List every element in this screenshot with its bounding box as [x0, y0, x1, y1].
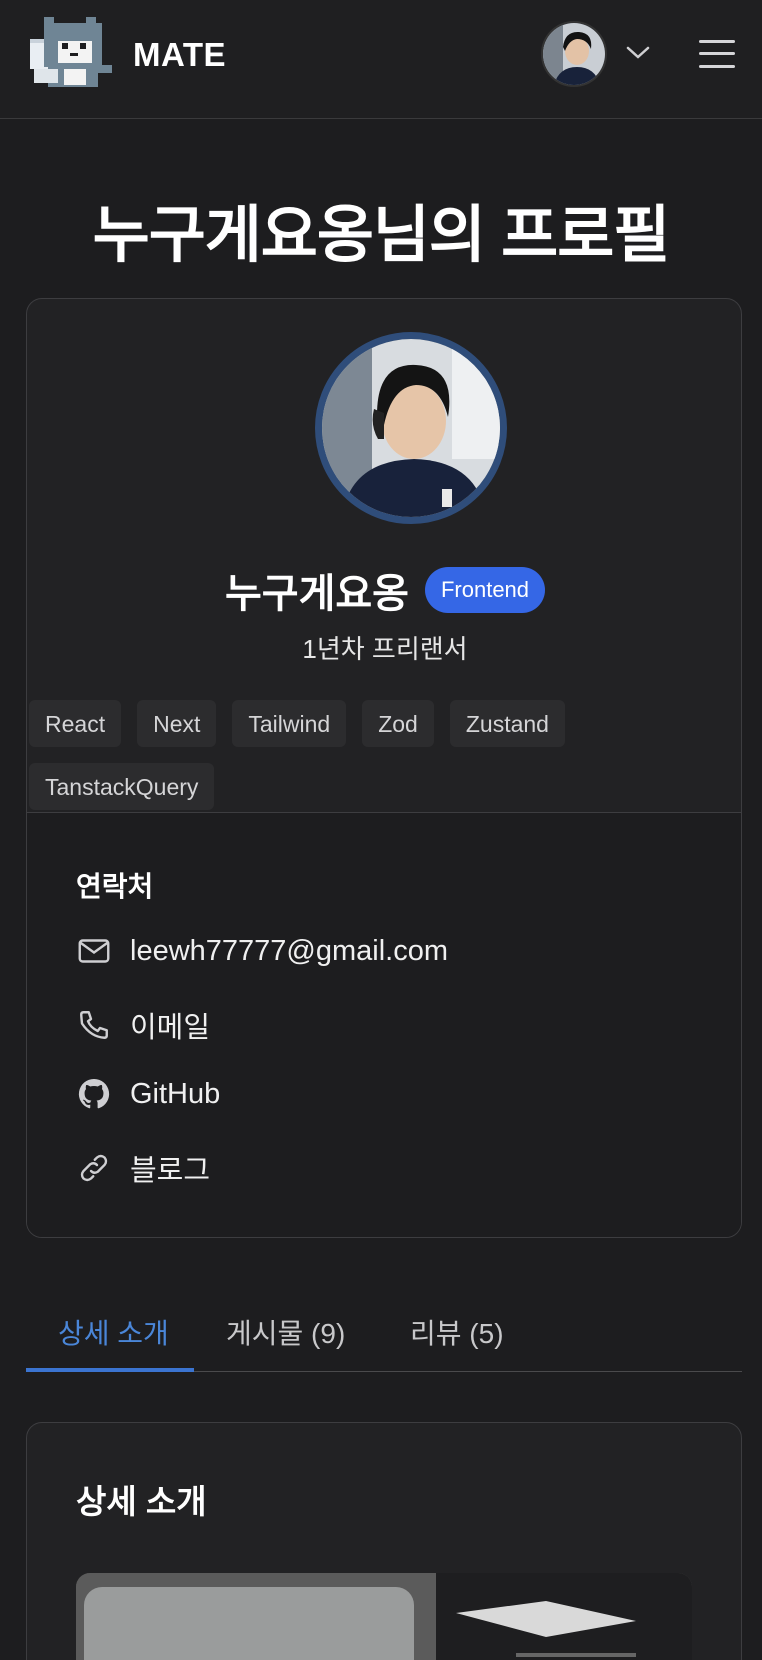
name-row: 누구게요옹 Frontend [27, 561, 741, 619]
mail-icon [78, 939, 110, 963]
skill-tag: React [29, 700, 122, 747]
chevron-down-icon[interactable] [625, 44, 651, 62]
skill-tag: Zustand [449, 700, 565, 747]
contact-github-text: GitHub [130, 1077, 221, 1110]
profile-subtitle: 1년차 프리랜서 [302, 634, 468, 664]
skill-tag: Tailwind [232, 700, 347, 747]
page-title: 누구게요옹님의 프로필 [92, 201, 671, 270]
contact-email-text: leewh77777@gmail.com [130, 934, 448, 967]
detail-title: 상세 소개 [76, 1483, 207, 1520]
skill-tag: Next [137, 700, 217, 747]
link-icon [80, 1154, 108, 1182]
contact-blog[interactable]: 블로그 [76, 1147, 210, 1189]
github-icon [78, 1078, 110, 1109]
phone-icon [80, 1011, 108, 1039]
skill-tag: TanstackQuery [29, 763, 215, 810]
tab-reviews[interactable]: 리뷰 (5) [410, 1312, 504, 1352]
tab-posts[interactable]: 게시물 (9) [226, 1312, 345, 1352]
detail-image [76, 1573, 692, 1660]
contact-phone-text: 이메일 [130, 1012, 211, 1044]
profile-card: 누구게요옹 Frontend 1년차 프리랜서 React Next Tailw… [26, 298, 742, 1238]
profile-avatar [315, 332, 507, 524]
tab-detail[interactable]: 상세 소개 [58, 1312, 169, 1352]
contact-email[interactable]: leewh77777@gmail.com [76, 933, 448, 969]
contact-phone[interactable]: 이메일 [76, 1004, 210, 1046]
contact-blog-text: 블로그 [130, 1155, 211, 1187]
user-avatar[interactable] [541, 21, 607, 87]
skill-tags: React Next Tailwind Zod Zustand Tanstack… [29, 700, 729, 810]
top-header: MATE [0, 0, 762, 119]
contact-github[interactable]: GitHub [76, 1076, 220, 1112]
detail-card: 상세 소개 [26, 1422, 742, 1660]
contact-title: 연락처 [76, 871, 154, 902]
hamburger-menu-icon[interactable] [698, 38, 736, 70]
active-tab-indicator [26, 1368, 194, 1372]
role-badge: Frontend [424, 567, 546, 613]
contact-section: 연락처 leewh77777@gmail.com 이메일 GitHub 블로그 [27, 813, 741, 1237]
brand-name[interactable]: MATE [133, 36, 226, 74]
skill-tag: Zod [362, 700, 434, 747]
profile-tabs: 상세 소개 게시물 (9) 리뷰 (5) [26, 1300, 742, 1372]
cat-logo-icon[interactable] [26, 13, 116, 93]
profile-name: 누구게요옹 [224, 572, 409, 616]
